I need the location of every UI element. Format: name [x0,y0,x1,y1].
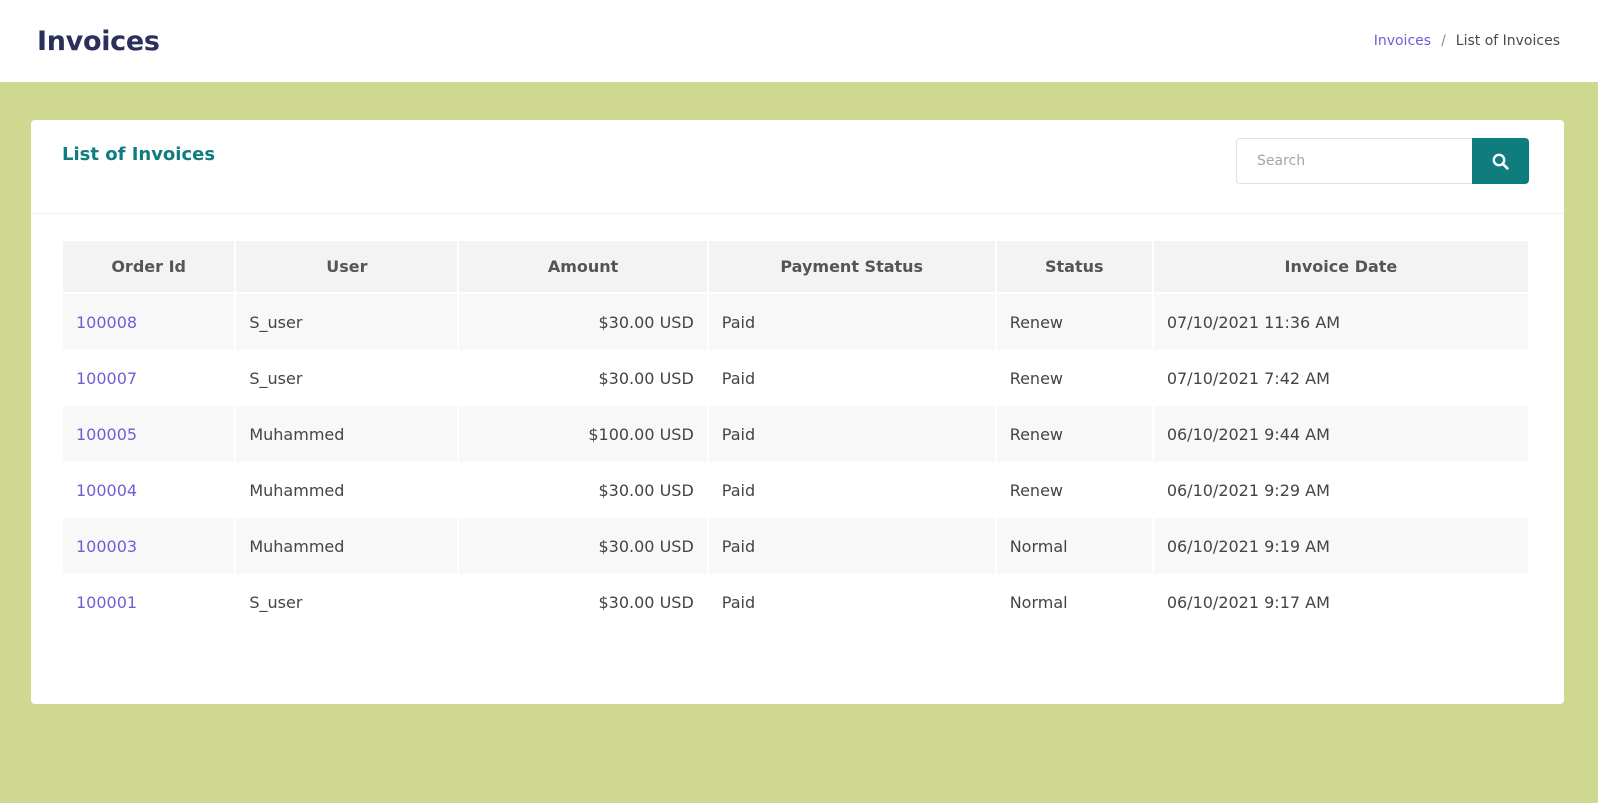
column-header-payment-status[interactable]: Payment Status [708,241,995,294]
invoice-date-cell: 07/10/2021 7:42 AM [1166,368,1330,388]
status-cell: Normal [1009,592,1068,612]
payment-status-cell: Paid [708,294,995,350]
invoices-card: List of Invoices Order Id User Amount [31,120,1564,704]
order-id-link[interactable]: 100005 [63,406,235,462]
user-cell: Muhammed [236,406,458,462]
card-title: List of Invoices [62,144,216,165]
breadcrumb-separator: / [1441,33,1446,49]
order-id-link[interactable]: 100008 [63,294,235,350]
status-cell: Renew [996,294,1152,350]
breadcrumb: Invoices / List of Invoices [1374,33,1560,49]
user-cell: S_user [249,368,303,388]
column-header-user[interactable]: User [236,241,458,294]
invoice-date-cell: 07/10/2021 11:36 AM [1153,294,1528,350]
column-header-status[interactable]: Status [996,241,1152,294]
user-cell: S_user [249,592,303,612]
status-cell: Renew [996,406,1152,462]
order-id-link[interactable]: 100004 [63,462,234,518]
order-id-link[interactable]: 100001 [63,574,234,630]
search-group [1236,138,1529,184]
payment-status-cell: Paid [708,518,995,574]
column-header-invoice-date[interactable]: Invoice Date [1153,241,1528,294]
card-header: List of Invoices [31,120,1564,214]
search-input[interactable] [1236,138,1472,184]
invoice-date-cell: 06/10/2021 9:44 AM [1153,406,1528,462]
page-title: Invoices [37,25,160,57]
table-row: 100008 S_user $30.00 USD Paid Renew 07/1… [63,294,1528,350]
amount-cell: $30.00 USD [459,294,707,350]
amount-cell: $30.00 USD [598,480,694,500]
status-cell: Renew [1009,480,1063,500]
amount-cell: $100.00 USD [459,406,707,462]
table-row: 100005 Muhammed $100.00 USD Paid Renew 0… [63,406,1528,462]
status-cell: Renew [1009,368,1063,388]
status-cell: Normal [996,518,1152,574]
payment-status-cell: Paid [721,480,756,500]
breadcrumb-current: List of Invoices [1455,33,1560,49]
user-cell: Muhammed [236,518,458,574]
table-row: 100003 Muhammed $30.00 USD Paid Normal 0… [63,518,1528,574]
column-header-order-id[interactable]: Order Id [63,241,235,294]
payment-status-cell: Paid [721,368,756,388]
user-cell: Muhammed [249,480,345,500]
order-id-link[interactable]: 100007 [63,350,234,406]
table-row: 100007 S_user $30.00 USD Paid Renew 07/1… [63,350,1528,406]
invoices-table: Order Id User Amount Payment Status Stat… [61,241,1530,630]
breadcrumb-link-invoices[interactable]: Invoices [1374,33,1431,49]
column-header-amount[interactable]: Amount [459,241,707,294]
order-id-link[interactable]: 100003 [63,518,235,574]
invoice-date-cell: 06/10/2021 9:19 AM [1153,518,1528,574]
search-icon [1492,153,1509,170]
invoice-date-cell: 06/10/2021 9:29 AM [1166,480,1330,500]
top-header: Invoices Invoices / List of Invoices [0,0,1598,82]
table-header-row: Order Id User Amount Payment Status Stat… [63,241,1528,294]
invoice-date-cell: 06/10/2021 9:17 AM [1166,592,1330,612]
table-row: 100004 Muhammed $30.00 USD Paid Renew 06… [63,462,1528,518]
search-button[interactable] [1472,138,1529,184]
amount-cell: $30.00 USD [459,518,707,574]
amount-cell: $30.00 USD [598,368,694,388]
invoices-table-wrapper: Order Id User Amount Payment Status Stat… [63,241,1532,630]
payment-status-cell: Paid [708,406,995,462]
amount-cell: $30.00 USD [598,592,694,612]
user-cell: S_user [236,294,458,350]
payment-status-cell: Paid [721,592,756,612]
table-row: 100001 S_user $30.00 USD Paid Normal 06/… [63,574,1528,630]
